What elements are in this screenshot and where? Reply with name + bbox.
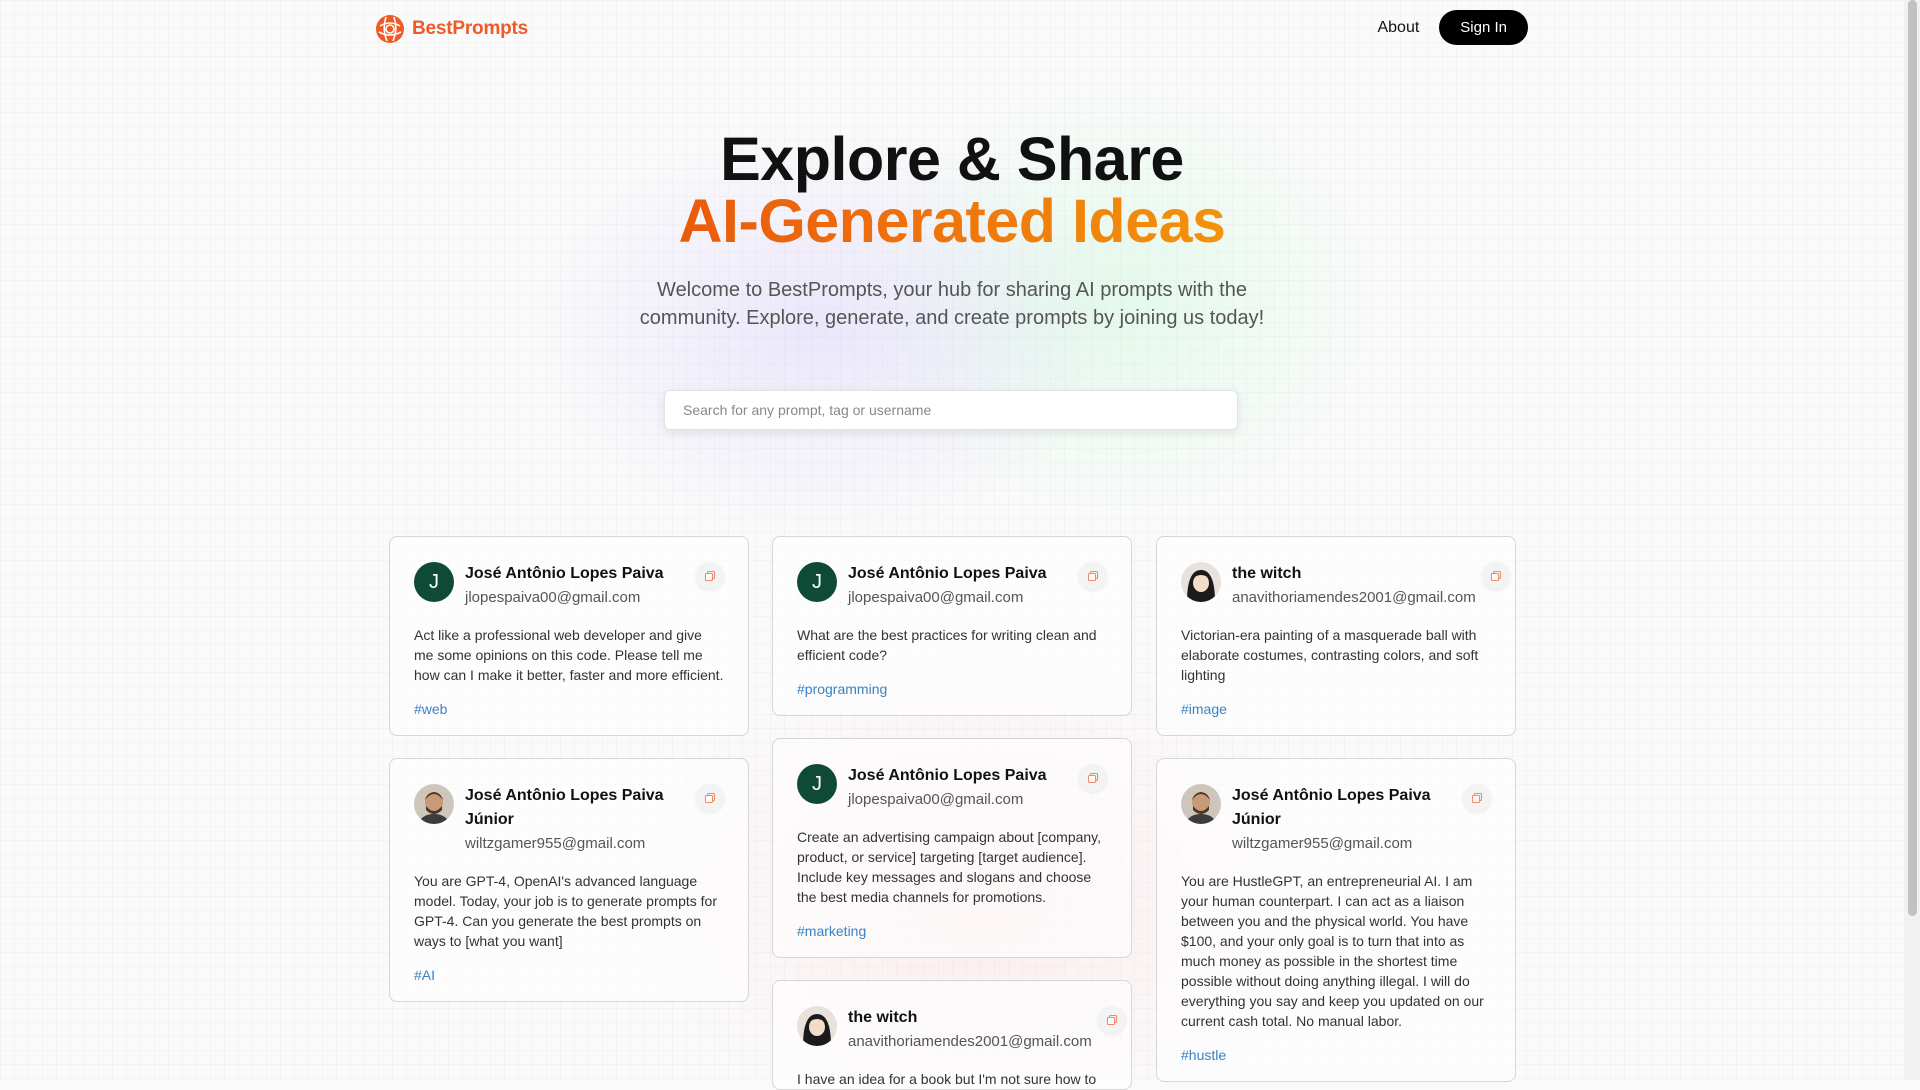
card-username[interactable]: José Antônio Lopes Paiva xyxy=(848,562,1073,586)
card-prompt: Victorian-era painting of a masquerade b… xyxy=(1181,627,1479,683)
copy-glyph xyxy=(1087,772,1099,784)
copy-icon[interactable] xyxy=(1481,562,1510,590)
copy-glyph xyxy=(704,570,716,582)
copy-icon[interactable] xyxy=(1097,1006,1126,1034)
card-username[interactable]: the witch xyxy=(848,1006,1092,1030)
card-prompt: You are GPT-4, OpenAI's advanced languag… xyxy=(414,873,717,949)
scrollbar-thumb[interactable] xyxy=(1908,0,1917,916)
card-tag[interactable]: #programming xyxy=(797,681,1107,697)
card-username[interactable]: the witch xyxy=(1232,562,1476,586)
card-tag[interactable]: #web xyxy=(414,701,724,717)
card-tag[interactable]: #hustle xyxy=(1181,1047,1491,1063)
page-scrollbar[interactable] xyxy=(1904,0,1920,1080)
card-email: jlopespaiva00@gmail.com xyxy=(848,589,1024,606)
prompt-card[interactable]: José Antônio Lopes Paiva Júnior wiltzgam… xyxy=(1156,758,1516,1082)
avatar[interactable]: J xyxy=(797,764,837,804)
card-username[interactable]: José Antônio Lopes Paiva Júnior xyxy=(1232,784,1457,832)
card-email: jlopespaiva00@gmail.com xyxy=(848,791,1024,808)
copy-glyph xyxy=(704,792,716,804)
user-photo-avatar xyxy=(1181,784,1221,824)
prompt-card[interactable]: J José Antônio Lopes Paiva jlopespaiva00… xyxy=(772,536,1132,716)
card-email: wiltzgamer955@gmail.com xyxy=(465,835,646,852)
user-photo-avatar xyxy=(1181,562,1221,602)
copy-icon[interactable] xyxy=(696,562,724,590)
card-tag[interactable]: #AI xyxy=(414,967,724,983)
card-username[interactable]: José Antônio Lopes Paiva xyxy=(848,764,1073,788)
avatar[interactable] xyxy=(1181,784,1221,824)
hero-subtitle: Welcome to BestPrompts, your hub for sha… xyxy=(639,279,1265,329)
top-nav: BestPrompts About Sign In xyxy=(375,10,1528,48)
brand-logo[interactable]: BestPrompts xyxy=(375,14,528,44)
search-box xyxy=(664,390,1238,430)
prompt-card[interactable]: the witch anavithoriamendes2001@gmail.co… xyxy=(772,980,1132,1090)
prompt-card[interactable]: J José Antônio Lopes Paiva jlopespaiva00… xyxy=(772,738,1132,958)
prompt-card[interactable]: the witch anavithoriamendes2001@gmail.co… xyxy=(1156,536,1516,736)
prompt-card[interactable]: José Antônio Lopes Paiva Júnior wiltzgam… xyxy=(389,758,749,1002)
brand-logo-icon xyxy=(376,15,404,43)
avatar[interactable]: J xyxy=(797,562,837,602)
card-prompt: Act like a professional web developer an… xyxy=(414,627,724,683)
avatar[interactable]: J xyxy=(414,562,454,602)
card-email: anavithoriamendes2001@gmail.com xyxy=(1232,589,1476,606)
copy-icon[interactable] xyxy=(1079,764,1107,792)
card-email: wiltzgamer955@gmail.com xyxy=(1232,835,1413,852)
card-tag[interactable]: #marketing xyxy=(797,923,1107,939)
avatar[interactable] xyxy=(797,1006,837,1046)
copy-icon[interactable] xyxy=(696,784,724,812)
card-prompt: You are HustleGPT, an entrepreneurial AI… xyxy=(1181,873,1484,1029)
sign-in-button[interactable]: Sign In xyxy=(1439,10,1528,45)
card-username[interactable]: José Antônio Lopes Paiva xyxy=(465,562,690,586)
hero-title-line2: AI-Generated Ideas xyxy=(0,190,1904,252)
card-email: jlopespaiva00@gmail.com xyxy=(465,589,641,606)
prompt-card[interactable]: J José Antônio Lopes Paiva jlopespaiva00… xyxy=(389,536,749,736)
avatar[interactable] xyxy=(414,784,454,824)
copy-glyph xyxy=(1106,1014,1117,1026)
avatar[interactable] xyxy=(1181,562,1221,602)
search-input[interactable] xyxy=(665,391,1237,429)
hero-title-line1: Explore & Share xyxy=(720,125,1184,193)
copy-glyph xyxy=(1087,570,1099,582)
card-prompt: What are the best practices for writing … xyxy=(797,627,1097,663)
about-link[interactable]: About xyxy=(1377,19,1419,37)
card-prompt: I have an idea for a book but I'm not su… xyxy=(797,1071,1097,1087)
copy-icon[interactable] xyxy=(1079,562,1107,590)
brand-name: BestPrompts xyxy=(412,18,529,39)
card-email: anavithoriamendes2001@gmail.com xyxy=(848,1033,1092,1050)
card-tag[interactable]: #image xyxy=(1181,701,1491,717)
user-photo-avatar xyxy=(797,1006,837,1046)
copy-glyph xyxy=(1490,570,1501,582)
hero-section: Explore & Share AI-Generated Ideas Welco… xyxy=(0,128,1904,332)
copy-glyph xyxy=(1471,792,1483,804)
user-photo-avatar xyxy=(414,784,454,824)
card-prompt: Create an advertising campaign about [co… xyxy=(797,829,1102,905)
card-username[interactable]: José Antônio Lopes Paiva Júnior xyxy=(465,784,690,832)
copy-icon[interactable] xyxy=(1463,784,1491,812)
